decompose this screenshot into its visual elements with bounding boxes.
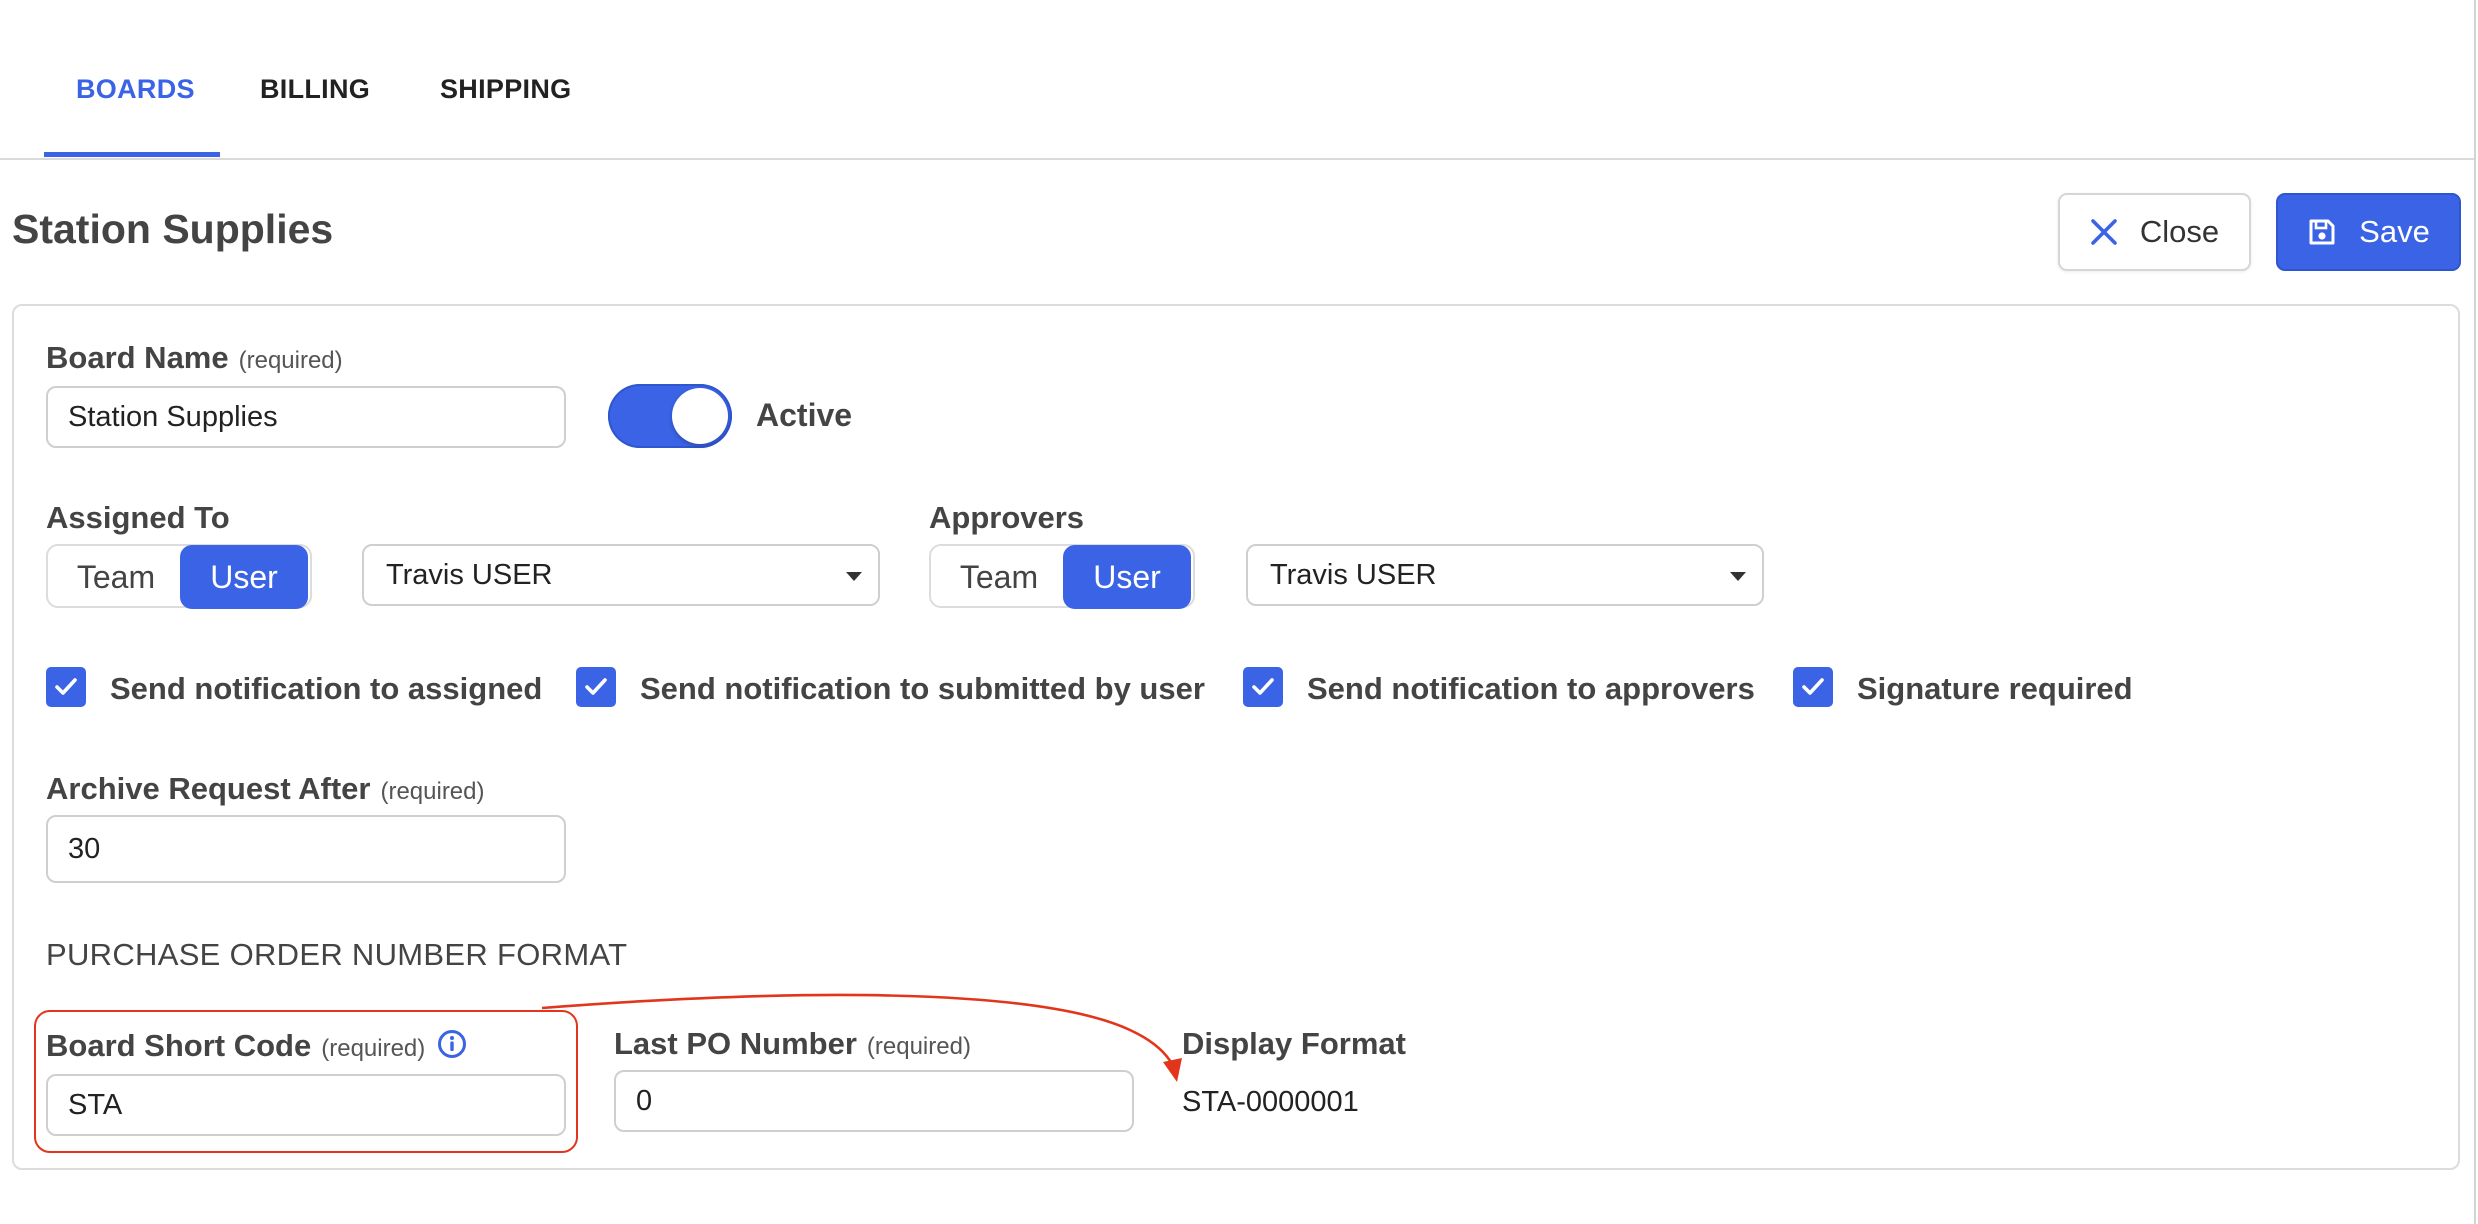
annotation-arrow xyxy=(541,993,1182,1082)
